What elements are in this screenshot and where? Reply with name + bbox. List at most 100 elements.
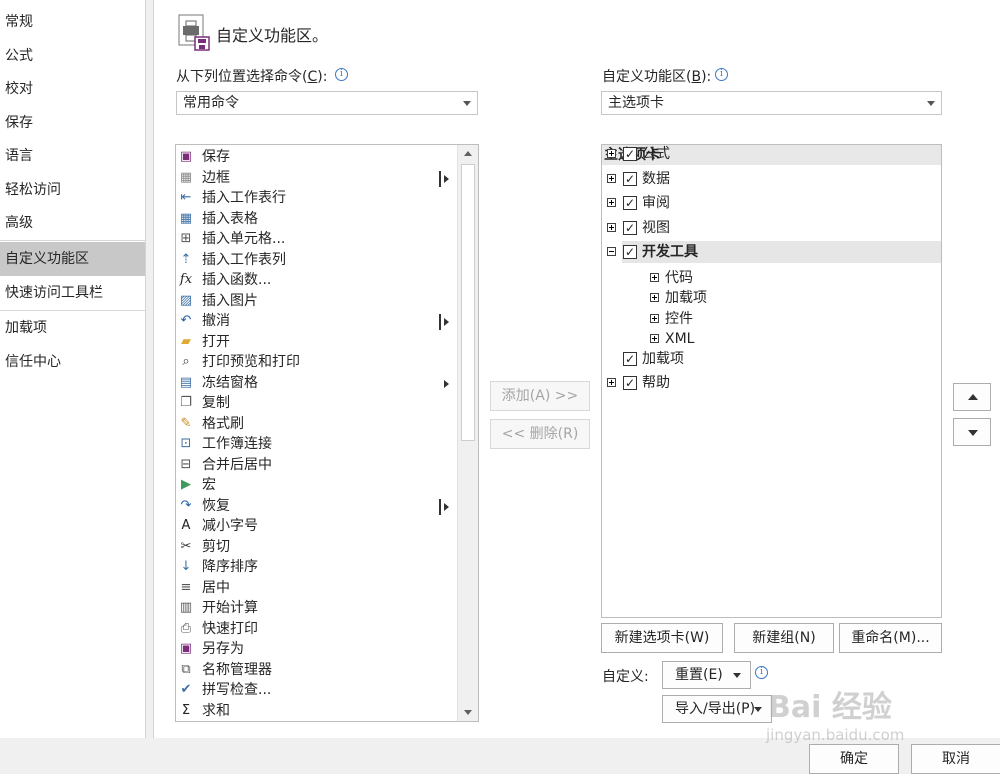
sidebar-item-advanced[interactable]: 高级 [0, 206, 145, 240]
sidebar-item-general[interactable]: 常规 [0, 5, 145, 39]
scroll-thumb[interactable] [461, 164, 475, 441]
expand-icon[interactable] [607, 223, 616, 232]
new-group-button[interactable]: 新建组(N) [734, 623, 834, 653]
customize-ribbon-label: 自定义功能区(B): [602, 69, 712, 85]
command-item[interactable]: ⊟ 合并后居中 [176, 455, 456, 475]
command-item[interactable]: ▰ 打开 [176, 332, 456, 352]
command-item[interactable]: ⇡ 插入工作表列 [176, 250, 456, 270]
spell-check-icon: ✔ [180, 682, 192, 697]
command-item[interactable]: fx 插入函数... [176, 270, 456, 290]
command-item[interactable]: ⊞ 插入单元格... [176, 229, 456, 249]
tree-tab-item[interactable]: ✓ 公式 [602, 145, 941, 165]
expand-icon[interactable] [607, 378, 616, 387]
new-tab-button[interactable]: 新建选项卡(W) [601, 623, 723, 653]
tree-item-label: 开发工具 [642, 244, 698, 260]
move-up-button[interactable] [953, 383, 991, 411]
ok-button[interactable]: 确定 [809, 744, 899, 774]
ribbon-tabs-tree[interactable]: 主选项卡 ✓背景消除✓开始✓插入绘图✓页面布局✓公式✓数据✓审阅✓视图✓开发工具… [601, 144, 942, 618]
info-icon[interactable]: i [335, 68, 348, 81]
command-item[interactable]: ▣ 另存为 [176, 639, 456, 659]
tab-checkbox[interactable]: ✓ [623, 352, 637, 366]
expand-icon[interactable] [650, 334, 659, 343]
command-item[interactable]: ↓ 降序排序 [176, 557, 456, 577]
sidebar-item-save[interactable]: 保存 [0, 106, 145, 140]
info-icon[interactable]: i [715, 68, 728, 81]
tab-checkbox[interactable]: ✓ [623, 196, 637, 210]
expand-icon[interactable] [607, 174, 616, 183]
add-button[interactable]: 添加(A) >> [490, 381, 590, 411]
tree-tab-item[interactable]: ✓ 帮助 [602, 372, 941, 394]
tab-checkbox[interactable]: ✓ [623, 172, 637, 186]
tree-tab-item[interactable]: ✓ 审阅 [602, 192, 941, 214]
tree-item-label: 数据 [642, 171, 670, 187]
sidebar-item-customize-ribbon[interactable]: 自定义功能区 [0, 242, 145, 276]
sidebar-item-proofing[interactable]: 校对 [0, 72, 145, 106]
rename-button[interactable]: 重命名(M)... [839, 623, 942, 653]
customize-ribbon-panel: 自定义功能区。 从下列位置选择命令(C): i 常用命令 Σ 求和 ✔ 拼写检查...… [153, 0, 1000, 738]
tab-checkbox[interactable]: ✓ [623, 147, 637, 161]
cancel-button[interactable]: 取消 [911, 744, 1000, 774]
tree-group-item[interactable]: 控件 [602, 308, 941, 330]
command-item[interactable]: ⎙ 快速打印 [176, 619, 456, 639]
tree-tab-item[interactable]: ✓ 开发工具 [602, 241, 941, 263]
expand-icon[interactable] [650, 293, 659, 302]
import-export-dropdown-button[interactable]: 导入/导出(P) [662, 695, 772, 723]
command-item[interactable]: ↷ 恢复 [176, 496, 456, 516]
tree-item-label: 公式 [642, 146, 670, 162]
command-item[interactable]: ⊡ 工作簿连接 [176, 434, 456, 454]
collapse-icon[interactable] [607, 247, 616, 256]
scroll-up-icon[interactable] [458, 145, 478, 163]
tab-checkbox[interactable]: ✓ [623, 221, 637, 235]
scroll-down-icon[interactable] [458, 703, 478, 721]
command-item[interactable]: ≡ 居中 [176, 578, 456, 598]
tree-group-item[interactable]: XML [602, 328, 941, 350]
choose-commands-dropdown[interactable]: 常用命令 [176, 91, 478, 115]
command-item[interactable]: ▨ 插入图片 [176, 291, 456, 311]
command-item[interactable]: ⌕ 打印预览和打印 [176, 352, 456, 372]
remove-button[interactable]: << 删除(R) [490, 419, 590, 449]
command-item[interactable]: ✔ 拼写检查... [176, 680, 456, 700]
move-down-button[interactable] [953, 418, 991, 446]
sidebar-item-language[interactable]: 语言 [0, 139, 145, 173]
command-item[interactable]: ▤ 冻结窗格 [176, 373, 456, 393]
tab-checkbox[interactable]: ✓ [623, 376, 637, 390]
save-as-icon: ▣ [179, 641, 193, 656]
tree-tab-item[interactable]: ✓ 数据 [602, 168, 941, 190]
command-item[interactable]: ▥ 开始计算 [176, 598, 456, 618]
command-item[interactable]: ⇤ 插入工作表行 [176, 188, 456, 208]
command-item[interactable]: ▣ 保存 [176, 147, 456, 167]
command-item[interactable]: ▦ 边框 [176, 168, 456, 188]
command-item[interactable]: ✂ 剪切 [176, 537, 456, 557]
expand-icon[interactable] [607, 198, 616, 207]
tab-checkbox[interactable]: ✓ [623, 245, 637, 259]
submenu-split-icon [439, 170, 453, 187]
tree-group-item[interactable]: 加载项 [602, 287, 941, 309]
command-label: 合并后居中 [202, 456, 272, 473]
sidebar-item-quick-access-toolbar[interactable]: 快速访问工具栏 [0, 276, 145, 310]
command-item[interactable]: ✎ 格式刷 [176, 414, 456, 434]
sidebar-item-add-ins[interactable]: 加载项 [0, 311, 145, 345]
command-item[interactable]: ▶ 宏 [176, 475, 456, 495]
tree-item-label: 视图 [642, 220, 670, 236]
info-icon[interactable]: i [755, 666, 768, 679]
expand-icon[interactable] [607, 149, 616, 158]
command-item[interactable]: Σ 求和 [176, 701, 456, 721]
command-item[interactable]: ⧉ 名称管理器 [176, 660, 456, 680]
command-item[interactable]: ↶ 撤消 [176, 311, 456, 331]
tree-tab-item[interactable]: ✓ 加载项 [602, 348, 941, 370]
sidebar-item-formulas[interactable]: 公式 [0, 39, 145, 73]
expand-icon[interactable] [650, 314, 659, 323]
command-item[interactable]: ▦ 插入表格 [176, 209, 456, 229]
commands-scrollbar[interactable] [457, 145, 478, 721]
commands-list[interactable]: Σ 求和 ✔ 拼写检查... ⧉ 名称管理器 ▣ 另存为 ⎙ 快速打印 ▥ 开始计算 ≡ 居中 ↓ 降序排序 ✂… [175, 144, 479, 722]
reset-dropdown-button[interactable]: 重置(E) [662, 661, 751, 689]
sidebar-item-accessibility[interactable]: 轻松访问 [0, 173, 145, 207]
tree-tab-item[interactable]: ✓ 视图 [602, 217, 941, 239]
tree-group-item[interactable]: 代码 [602, 267, 941, 289]
command-item[interactable]: ❐ 复制 [176, 393, 456, 413]
customize-ribbon-dropdown[interactable]: 主选项卡 [601, 91, 942, 115]
sidebar-item-trust-center[interactable]: 信任中心 [0, 345, 145, 379]
command-item[interactable]: A 减小字号 [176, 516, 456, 536]
tree-item-label: 加载项 [642, 351, 684, 367]
expand-icon[interactable] [650, 273, 659, 282]
